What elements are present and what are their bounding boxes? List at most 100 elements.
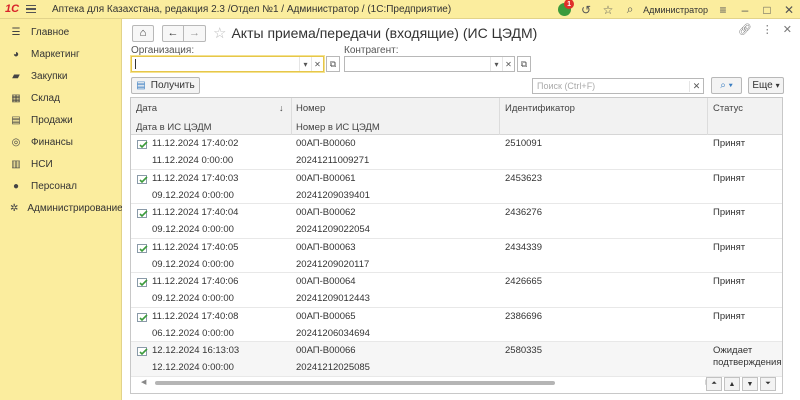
sidebar-item-main[interactable]: ☰ Главное: [0, 21, 121, 43]
column-header-id[interactable]: Идентификатор: [505, 103, 575, 114]
search-options-button[interactable]: ⌕ ▾: [711, 77, 742, 94]
favorite-star-icon[interactable]: ☆: [213, 24, 226, 42]
column-header-date[interactable]: Дата: [136, 103, 157, 114]
horizontal-scrollbar[interactable]: ◀ ▶: [141, 378, 711, 386]
cell-date-cedm: 11.12.2024 0:00:00: [152, 155, 234, 166]
cell-status: Принят: [713, 207, 746, 218]
sidebar-item-label: Маркетинг: [31, 48, 80, 60]
column-header-status[interactable]: Статус: [713, 103, 743, 114]
document-posted-icon: [137, 140, 148, 149]
sidebar-item-personnel[interactable]: ● Персонал: [0, 175, 121, 197]
document-posted-icon: [137, 209, 148, 218]
column-header-number-cedm[interactable]: Номер в ИС ЦЭДМ: [296, 122, 380, 133]
cell-number-cedm: 20241209039401: [296, 189, 370, 201]
table-row[interactable]: 11.12.2024 17:40:06 09.12.2024 0:00:00 0…: [131, 273, 782, 308]
close-form-icon[interactable]: ✕: [783, 23, 792, 36]
title-bar: 1С Аптека для Казахстана, редакция 2.3 /…: [0, 0, 800, 19]
first-page-icon[interactable]: ⏶: [706, 377, 722, 391]
notifications-badge: 1: [564, 0, 575, 9]
contractor-label: Контрагент:: [344, 45, 399, 56]
document-posted-icon: [137, 312, 148, 322]
reference-book-icon: ▥: [11, 158, 21, 170]
back-button[interactable]: ←: [162, 24, 184, 42]
more-button-label: Еще: [752, 80, 773, 91]
history-icon[interactable]: ↺: [575, 0, 597, 19]
sidebar-item-sales[interactable]: ▤ Продажи: [0, 109, 121, 131]
search-icon[interactable]: ⌕: [619, 0, 641, 19]
cell-number: 00АП-В00065: [296, 310, 356, 322]
sidebar: ☰ Главное ◕ Маркетинг ▰ Закупки ▦ Склад …: [0, 19, 123, 400]
organization-field[interactable]: ▾ ✕: [131, 56, 324, 72]
open-contractor-button[interactable]: ⧉: [517, 56, 531, 72]
dropdown-icon[interactable]: ▾: [299, 57, 311, 71]
gear-icon: ✲: [10, 202, 19, 214]
minimize-icon[interactable]: –: [734, 0, 756, 19]
cell-status: Принят: [713, 310, 746, 322]
settings-menu-icon[interactable]: ≡: [712, 0, 734, 19]
table-row[interactable]: 11.12.2024 17:40:02 11.12.2024 0:00:00 0…: [131, 135, 782, 170]
sidebar-item-finance[interactable]: ◎ Финансы: [0, 131, 121, 153]
link-icon[interactable]: 🔗︎: [738, 23, 752, 36]
sidebar-item-label: Персонал: [31, 180, 77, 192]
table-pager: ⏶ ▲ ▼ ⏷: [706, 377, 776, 391]
contractor-field[interactable]: ▾ ✕: [344, 56, 515, 72]
table-row[interactable]: 11.12.2024 17:40:05 09.12.2024 0:00:00 0…: [131, 239, 782, 273]
dropdown-icon[interactable]: ▾: [490, 57, 502, 71]
more-vertical-icon[interactable]: ⋮: [762, 23, 773, 36]
page-up-icon[interactable]: ▲: [724, 377, 740, 391]
cell-number-cedm: 20241211009271: [296, 155, 370, 166]
table-row[interactable]: 11.12.2024 17:40:04 09.12.2024 0:00:00 0…: [131, 204, 782, 239]
cell-number-cedm: 20241206034694: [296, 327, 370, 339]
table-body: 11.12.2024 17:40:02 11.12.2024 0:00:00 0…: [131, 135, 782, 377]
arrow-left-icon: ←: [167, 27, 179, 39]
home-button[interactable]: ⌂: [132, 24, 154, 42]
sidebar-item-nsi[interactable]: ▥ НСИ: [0, 153, 121, 175]
table-row[interactable]: 12.12.2024 16:13:03 12.12.2024 0:00:00 0…: [131, 342, 782, 377]
favorites-star-icon[interactable]: ☆: [597, 0, 619, 19]
column-header-date-cedm[interactable]: Дата в ИС ЦЭДМ: [136, 122, 212, 133]
sidebar-item-administration[interactable]: ✲ Администрирование: [0, 197, 123, 219]
cell-number-cedm: 20241209020117: [296, 258, 370, 270]
sidebar-item-marketing[interactable]: ◕ Маркетинг: [0, 43, 121, 65]
document-posted-icon: [137, 278, 148, 287]
open-organization-button[interactable]: ⧉: [326, 56, 340, 72]
cell-number: 00АП-В00064: [296, 276, 356, 287]
maximize-icon[interactable]: □: [756, 0, 778, 19]
sidebar-item-warehouse[interactable]: ▦ Склад: [0, 87, 121, 109]
more-button[interactable]: Еще ▾: [748, 77, 784, 94]
last-page-icon[interactable]: ⏷: [760, 377, 776, 391]
pie-chart-icon: ◕: [12, 48, 20, 60]
close-window-icon[interactable]: ✕: [778, 0, 800, 19]
forward-button[interactable]: →: [184, 24, 206, 42]
cell-date-cedm: 09.12.2024 0:00:00: [152, 189, 234, 201]
user-name[interactable]: Администратор: [643, 5, 708, 15]
cell-status: Ожидает: [713, 345, 753, 356]
notifications-icon[interactable]: 1: [553, 0, 575, 19]
clear-icon[interactable]: ✕: [502, 57, 514, 71]
arrow-right-icon: →: [189, 27, 200, 39]
organization-label: Организация:: [131, 45, 195, 56]
warehouse-icon: ▦: [11, 92, 21, 104]
page-down-icon[interactable]: ▼: [742, 377, 758, 391]
scroll-left-icon[interactable]: ◀: [141, 378, 146, 386]
scrollbar-thumb[interactable]: [155, 381, 555, 385]
sidebar-item-purchases[interactable]: ▰ Закупки: [0, 65, 121, 87]
column-header-number[interactable]: Номер: [296, 103, 325, 114]
table-row[interactable]: 11.12.2024 17:40:08 06.12.2024 0:00:00 0…: [131, 308, 782, 342]
cell-date: 11.12.2024 17:40:02: [152, 138, 239, 149]
cell-id: 2510091: [505, 138, 542, 149]
document-posted-icon: [137, 174, 148, 184]
cell-date-cedm: 12.12.2024 0:00:00: [152, 362, 234, 373]
table-row[interactable]: 11.12.2024 17:40:03 09.12.2024 0:00:00 0…: [131, 170, 782, 204]
cell-status: Принят: [713, 276, 746, 287]
cell-number: 00АП-В00063: [296, 241, 356, 253]
coins-icon: ◎: [11, 136, 21, 148]
search-input[interactable]: Поиск (Ctrl+F) ✕: [532, 78, 704, 94]
clear-icon[interactable]: ✕: [311, 57, 323, 71]
main-menu-icon[interactable]: [24, 0, 38, 19]
document-posted-icon: [137, 347, 148, 356]
clear-search-icon[interactable]: ✕: [689, 80, 703, 92]
cell-date: 11.12.2024 17:40:08: [152, 310, 239, 322]
get-button[interactable]: ▤ Получить: [131, 77, 200, 94]
documents-table[interactable]: Дата ↓ Дата в ИС ЦЭДМ Номер Номер в ИС Ц…: [130, 97, 783, 394]
